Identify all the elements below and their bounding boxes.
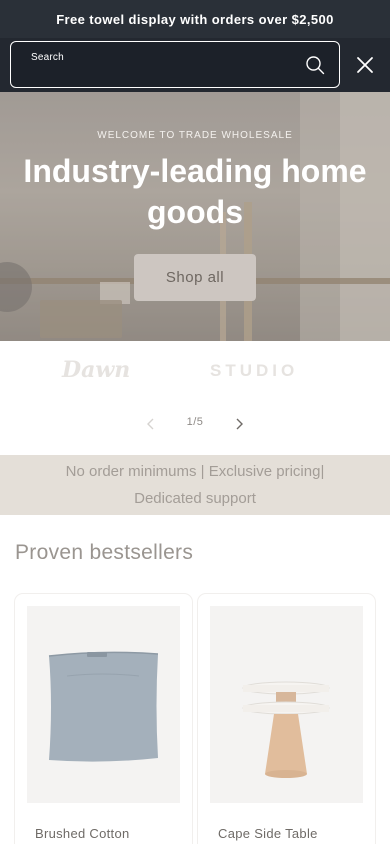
product-image[interactable] — [210, 606, 363, 803]
search-overlay: Search — [0, 38, 390, 92]
search-input[interactable]: Search — [10, 41, 340, 88]
usp-line-2: Dedicated support — [134, 490, 256, 507]
logo-dawn[interactable]: Dawn — [62, 357, 130, 383]
chevron-left-icon[interactable] — [144, 417, 158, 431]
product-card[interactable]: Cape Side Table — [198, 594, 375, 844]
slider-counter: 1/5 — [186, 416, 204, 428]
close-icon[interactable] — [354, 54, 376, 76]
slider-controls: 1/5 — [0, 410, 390, 438]
hero-banner: WELCOME TO TRADE WHOLESALE Industry-lead… — [0, 92, 390, 341]
product-card[interactable]: Brushed Cotton — [15, 594, 192, 844]
section-title: Proven bestsellers — [15, 541, 194, 564]
shop-all-button[interactable]: Shop all — [134, 254, 256, 301]
announcement-text: Free towel display with orders over $2,5… — [56, 11, 334, 27]
product-image[interactable] — [27, 606, 180, 803]
usp-line-1: No order minimums | Exclusive pricing| — [65, 463, 325, 480]
hero-kicker: WELCOME TO TRADE WHOLESALE — [97, 130, 293, 141]
search-label: Search — [31, 52, 64, 63]
search-icon[interactable] — [305, 55, 325, 75]
logo-list: Dawn STUDIO — [0, 341, 390, 403]
side-table-image — [242, 681, 330, 778]
logo-studio[interactable]: STUDIO — [210, 361, 298, 381]
product-name[interactable]: Cape Side Table — [218, 826, 318, 841]
chevron-right-icon[interactable] — [232, 417, 246, 431]
hero-title: Industry-leading home goods — [23, 153, 367, 230]
usp-banner: No order minimums | Exclusive pricing| D… — [0, 455, 390, 515]
product-name[interactable]: Brushed Cotton — [35, 826, 130, 841]
pillow-image — [48, 651, 159, 762]
announcement-bar: Free towel display with orders over $2,5… — [0, 0, 390, 38]
